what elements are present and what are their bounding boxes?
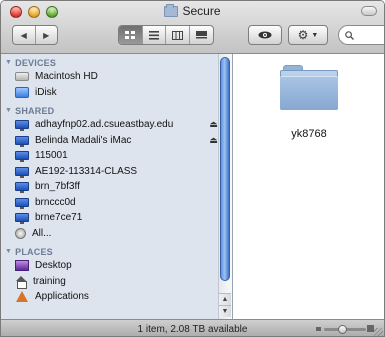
computer-icon (15, 135, 29, 147)
sidebar-item-115001[interactable]: 115001 (1, 148, 232, 164)
sidebar-item-label: brn_7bf3ff (35, 181, 80, 193)
eject-icon[interactable]: ⏏ (209, 120, 218, 129)
idisk-icon (15, 86, 29, 98)
sidebar: ▼ DEVICES Macintosh HD iDisk ▼ SHARED ad… (1, 54, 233, 319)
sidebar-item-desktop[interactable]: Desktop (1, 258, 232, 274)
sidebar-section-places[interactable]: ▼ PLACES (1, 245, 232, 258)
icon-view-button[interactable] (119, 26, 143, 44)
large-size-icon (367, 325, 374, 332)
slider-knob[interactable] (338, 325, 347, 334)
sidebar-item-brne7ce71[interactable]: brne7ce71 (1, 210, 232, 226)
list-view-icon (148, 30, 159, 40)
sidebar-item-label: iDisk (35, 86, 57, 98)
window-title-area: Secure (1, 3, 384, 18)
computer-icon (15, 182, 29, 194)
coverflow-view-icon (195, 30, 207, 38)
window-toolbar: Secure ◀ ▶ ⚙ ▼ (1, 1, 384, 54)
sidebar-section-label: PLACES (15, 246, 53, 257)
sidebar-item-all[interactable]: All... (1, 226, 232, 242)
desktop-icon (15, 260, 29, 272)
icon-view-icon (125, 30, 136, 39)
sidebar-item-macintosh-hd[interactable]: Macintosh HD (1, 69, 232, 85)
eject-icon[interactable]: ⏏ (209, 135, 218, 145)
computer-icon (15, 151, 29, 163)
folder-item[interactable]: yk8768 (259, 65, 359, 140)
disclosure-triangle-icon: ▼ (5, 59, 13, 66)
search-input[interactable] (354, 28, 384, 42)
sidebar-section-shared[interactable]: ▼ SHARED (1, 104, 232, 117)
sidebar-item-label: 115001 (35, 150, 68, 162)
sidebar-item-brn-7bf3ff[interactable]: brn_7bf3ff (1, 179, 232, 195)
home-icon (15, 275, 27, 289)
sidebar-item-server[interactable]: adhayfnp02.ad.csueastbay.edu ⏏ (1, 117, 232, 133)
small-size-icon (316, 327, 321, 331)
sidebar-item-training[interactable]: training (1, 274, 232, 290)
folder-name: yk8768 (291, 128, 327, 140)
sidebar-item-label: Macintosh HD (35, 71, 98, 83)
forward-button[interactable]: ▶ (36, 26, 58, 44)
action-menu-button[interactable]: ⚙ ▼ (288, 25, 328, 45)
sidebar-item-label: Desktop (35, 260, 72, 272)
hard-drive-icon (15, 72, 29, 82)
back-icon: ◀ (20, 30, 27, 40)
finder-window: Secure ◀ ▶ ⚙ ▼ ▼ DEVICES Macintosh HD iD… (0, 0, 385, 337)
sidebar-section-devices[interactable]: ▼ DEVICES (1, 56, 232, 69)
sidebar-item-label: brne7ce71 (35, 212, 83, 224)
computer-icon (15, 213, 29, 225)
folder-icon (280, 65, 338, 111)
sidebar-section-label: SHARED (15, 105, 55, 116)
quick-look-button[interactable] (248, 25, 282, 45)
network-icon (15, 227, 26, 239)
folder-icon (164, 3, 179, 17)
view-mode-control (118, 25, 214, 45)
sidebar-item-label: brnccc0d (35, 196, 76, 208)
computer-icon (15, 166, 29, 178)
arrow-down-icon: ▼ (221, 308, 229, 315)
sidebar-item-label: training (33, 275, 66, 287)
back-forward-control: ◀ ▶ (12, 25, 58, 45)
back-button[interactable]: ◀ (13, 26, 36, 44)
sidebar-item-ae192[interactable]: AE192-113314-CLASS (1, 164, 232, 180)
forward-icon: ▶ (43, 30, 50, 40)
status-text: 1 item, 2.08 TB available (137, 323, 248, 335)
scroll-down-button[interactable]: ▼ (219, 305, 231, 317)
search-field[interactable] (338, 25, 384, 45)
sidebar-item-imac[interactable]: Belinda Madali's iMac ⏏ (1, 133, 232, 149)
arrow-up-icon: ▲ (221, 296, 229, 303)
column-view-button[interactable] (166, 26, 190, 44)
toolbar-toggle-button[interactable] (361, 6, 377, 16)
column-view-icon (171, 30, 183, 40)
resize-grip-icon[interactable] (374, 328, 383, 336)
file-browser-content: yk8768 (233, 54, 384, 319)
disclosure-triangle-icon: ▼ (5, 248, 13, 255)
icon-size-slider[interactable] (316, 325, 374, 334)
search-icon (345, 30, 354, 40)
coverflow-view-button[interactable] (190, 26, 213, 44)
sidebar-item-label: Belinda Madali's iMac (35, 134, 132, 146)
gear-icon: ⚙ (297, 28, 309, 42)
chevron-down-icon: ▼ (311, 31, 319, 39)
sidebar-section-label: DEVICES (15, 57, 57, 68)
list-view-button[interactable] (143, 26, 166, 44)
eye-icon (258, 31, 272, 39)
sidebar-item-label: Applications (35, 291, 89, 303)
disclosure-triangle-icon: ▼ (5, 107, 13, 114)
sidebar-item-applications[interactable]: Applications (1, 289, 232, 305)
status-bar: 1 item, 2.08 TB available (1, 319, 384, 336)
computer-icon (15, 197, 29, 209)
window-title: Secure (182, 4, 221, 18)
sidebar-item-idisk[interactable]: iDisk (1, 85, 232, 101)
scroll-up-button[interactable]: ▲ (219, 293, 231, 305)
sidebar-scrollbar-thumb[interactable] (220, 57, 230, 281)
sidebar-item-brnccc0d[interactable]: brnccc0d (1, 195, 232, 211)
sidebar-item-label: All... (32, 227, 52, 239)
applications-icon (15, 291, 29, 303)
server-icon (15, 120, 29, 132)
sidebar-item-label: AE192-113314-CLASS (35, 165, 138, 177)
sidebar-item-label: adhayfnp02.ad.csueastbay.edu (35, 119, 174, 131)
